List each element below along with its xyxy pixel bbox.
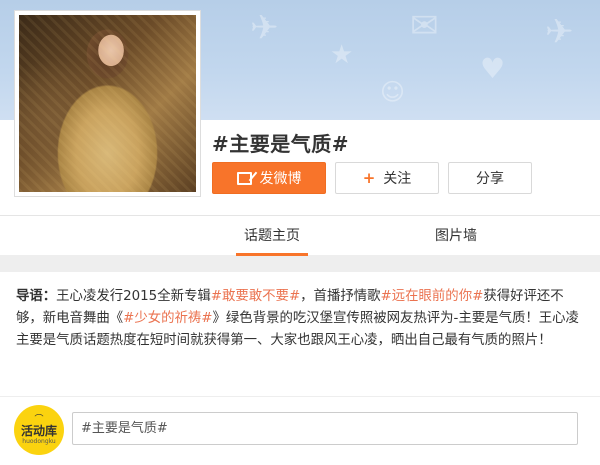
smile-decor-icon: ☺ xyxy=(380,78,406,106)
topic-link[interactable]: #远在眼前的你# xyxy=(381,289,484,304)
plane-decor-icon: ✈ xyxy=(545,12,574,52)
heart-decor-icon: ♥ xyxy=(480,52,506,85)
lead-text: 王心凌发行2015全新专辑 xyxy=(56,289,211,304)
follow-label: 关注 xyxy=(383,171,412,187)
topic-avatar[interactable] xyxy=(14,10,201,197)
share-label: 分享 xyxy=(476,171,504,187)
logo-text: 活动库 xyxy=(20,423,57,438)
logo-subtext: huodongku xyxy=(22,437,56,445)
page-title: #主要是气质# xyxy=(212,132,350,156)
logo-mark-icon: ⌒ xyxy=(34,414,44,425)
post-weibo-label: 发微博 xyxy=(259,171,302,187)
chat-decor-icon: ✉ xyxy=(410,6,439,46)
lead-paragraph: 导语：王心凌发行2015全新专辑#敢要敢不要#，首播抒情歌#远在眼前的你#获得好… xyxy=(16,286,582,352)
follow-button[interactable]: + 关注 xyxy=(335,162,439,194)
star-decor-icon: ★ xyxy=(330,40,354,70)
plus-icon: + xyxy=(362,169,376,187)
lead-text: ，首播抒情歌 xyxy=(300,289,381,304)
edit-icon xyxy=(236,171,252,185)
tab-topic-home[interactable]: 话题主页 xyxy=(236,216,308,256)
topic-tabs: 话题主页 图片墙 xyxy=(0,215,600,256)
topic-link[interactable]: #少女的祈祷# xyxy=(123,311,212,326)
lead-label: 导语： xyxy=(16,289,57,304)
plane-decor-icon: ✈ xyxy=(250,8,279,48)
share-button[interactable]: 分享 xyxy=(448,162,532,194)
post-weibo-button[interactable]: 发微博 xyxy=(212,162,326,194)
tab-photo-wall[interactable]: 图片墙 xyxy=(428,216,484,256)
topic-link[interactable]: #敢要敢不要# xyxy=(211,289,300,304)
compose-row: ⌒ 活动库 huodongku #主要是气质# xyxy=(0,396,600,465)
compose-input[interactable]: #主要是气质# xyxy=(72,412,578,445)
lead-card: 导语：王心凌发行2015全新专辑#敢要敢不要#，首播抒情歌#远在眼前的你#获得好… xyxy=(0,272,600,465)
avatar-image xyxy=(19,15,196,192)
huodongku-logo: ⌒ 活动库 huodongku xyxy=(14,405,64,455)
